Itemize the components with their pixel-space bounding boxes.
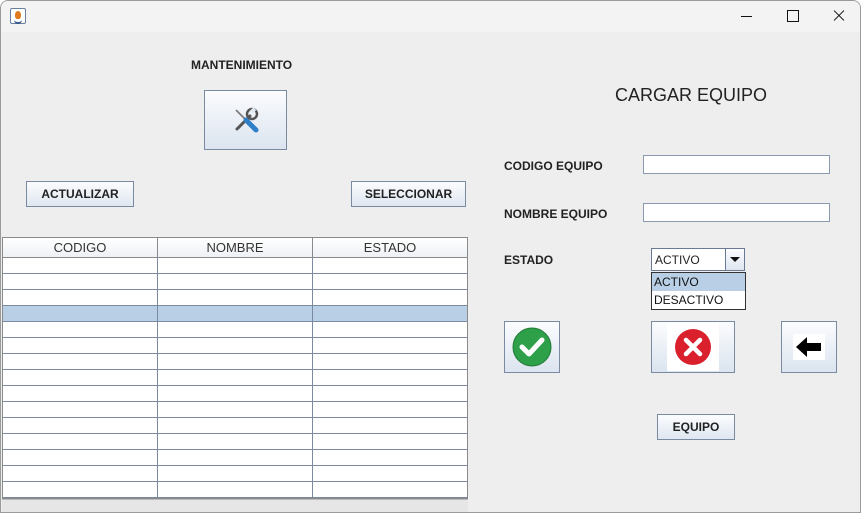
status-label: ESTADO [504, 253, 554, 267]
table-cell[interactable] [313, 386, 467, 401]
cancel-icon [667, 323, 719, 371]
table-cell[interactable] [313, 482, 467, 497]
table-row[interactable] [3, 338, 467, 354]
table-row[interactable] [3, 370, 467, 386]
table-cell[interactable] [313, 354, 467, 369]
table-cell[interactable] [158, 274, 313, 289]
code-label: CODIGO EQUIPO [504, 159, 603, 173]
table-cell[interactable] [3, 466, 158, 481]
equipment-table[interactable]: CODIGO NOMBRE ESTADO [2, 237, 468, 499]
table-cell[interactable] [313, 434, 467, 449]
table-row[interactable] [3, 482, 467, 498]
column-header-estado[interactable]: ESTADO [313, 238, 467, 257]
select-button[interactable]: SELECCIONAR [351, 181, 466, 207]
table-row[interactable] [3, 322, 467, 338]
table-cell[interactable] [158, 322, 313, 337]
chevron-down-icon[interactable] [725, 249, 744, 270]
table-row[interactable] [3, 434, 467, 450]
title-bar [1, 1, 860, 32]
tools-icon [234, 107, 258, 133]
table-cell[interactable] [3, 274, 158, 289]
status-option-activo[interactable]: ACTIVO [652, 273, 745, 291]
maintenance-label: MANTENIMIENTO [191, 58, 293, 72]
table-horizontal-scrollbar[interactable] [2, 499, 468, 512]
table-cell[interactable] [313, 450, 467, 465]
table-row[interactable] [3, 418, 467, 434]
table-cell[interactable] [158, 306, 313, 321]
table-cell[interactable] [3, 338, 158, 353]
status-selected-value: ACTIVO [655, 253, 700, 267]
table-cell[interactable] [313, 418, 467, 433]
maintenance-button[interactable] [204, 90, 287, 150]
table-cell[interactable] [313, 258, 467, 273]
table-cell[interactable] [158, 418, 313, 433]
name-label: NOMBRE EQUIPO [504, 207, 608, 221]
table-row[interactable] [3, 290, 467, 306]
table-cell[interactable] [313, 274, 467, 289]
table-cell[interactable] [313, 466, 467, 481]
form-title: CARGAR EQUIPO [615, 85, 768, 105]
back-button[interactable] [781, 321, 837, 373]
table-cell[interactable] [3, 370, 158, 385]
table-row[interactable] [3, 402, 467, 418]
table-cell[interactable] [313, 306, 467, 321]
column-header-nombre[interactable]: NOMBRE [158, 238, 313, 257]
table-cell[interactable] [3, 418, 158, 433]
table-row[interactable] [3, 386, 467, 402]
table-cell[interactable] [158, 338, 313, 353]
table-cell[interactable] [3, 386, 158, 401]
table-cell[interactable] [3, 354, 158, 369]
table-row[interactable] [3, 450, 467, 466]
table-cell[interactable] [3, 434, 158, 449]
table-cell[interactable] [158, 258, 313, 273]
status-dropdown-list: ACTIVO DESACTIVO [651, 272, 746, 310]
minimize-icon[interactable] [723, 1, 769, 32]
code-input[interactable] [643, 155, 830, 174]
table-cell[interactable] [313, 338, 467, 353]
table-row[interactable] [3, 466, 467, 482]
cancel-button[interactable] [651, 321, 735, 373]
equipo-button[interactable]: EQUIPO [657, 414, 735, 440]
status-option-desactivo[interactable]: DESACTIVO [652, 291, 745, 309]
column-header-codigo[interactable]: CODIGO [3, 238, 158, 257]
refresh-button[interactable]: ACTUALIZAR [26, 181, 134, 207]
table-cell[interactable] [3, 306, 158, 321]
status-combobox[interactable]: ACTIVO [651, 248, 745, 271]
table-cell[interactable] [158, 290, 313, 305]
java-app-icon [10, 8, 26, 24]
table-cell[interactable] [158, 482, 313, 497]
table-header: CODIGO NOMBRE ESTADO [3, 238, 467, 258]
table-cell[interactable] [158, 402, 313, 417]
table-row[interactable] [3, 274, 467, 290]
arrow-left-icon [793, 334, 825, 360]
close-icon[interactable] [815, 1, 860, 32]
table-cell[interactable] [3, 482, 158, 497]
table-cell[interactable] [313, 402, 467, 417]
table-body [3, 258, 467, 498]
table-cell[interactable] [3, 258, 158, 273]
table-cell[interactable] [158, 434, 313, 449]
table-row[interactable] [3, 306, 467, 322]
table-cell[interactable] [158, 386, 313, 401]
table-cell[interactable] [158, 466, 313, 481]
check-icon [512, 327, 552, 367]
name-input[interactable] [643, 203, 830, 222]
table-cell[interactable] [158, 354, 313, 369]
table-cell[interactable] [3, 402, 158, 417]
table-row[interactable] [3, 354, 467, 370]
table-cell[interactable] [3, 322, 158, 337]
maximize-icon[interactable] [769, 1, 815, 32]
table-cell[interactable] [158, 370, 313, 385]
table-cell[interactable] [3, 450, 158, 465]
table-cell[interactable] [313, 290, 467, 305]
table-cell[interactable] [3, 290, 158, 305]
table-cell[interactable] [313, 322, 467, 337]
table-cell[interactable] [313, 370, 467, 385]
app-window: MANTENIMIENTO ACTUALIZAR SELECCIONAR COD… [0, 0, 861, 513]
table-row[interactable] [3, 258, 467, 274]
table-cell[interactable] [158, 450, 313, 465]
confirm-button[interactable] [504, 321, 560, 373]
